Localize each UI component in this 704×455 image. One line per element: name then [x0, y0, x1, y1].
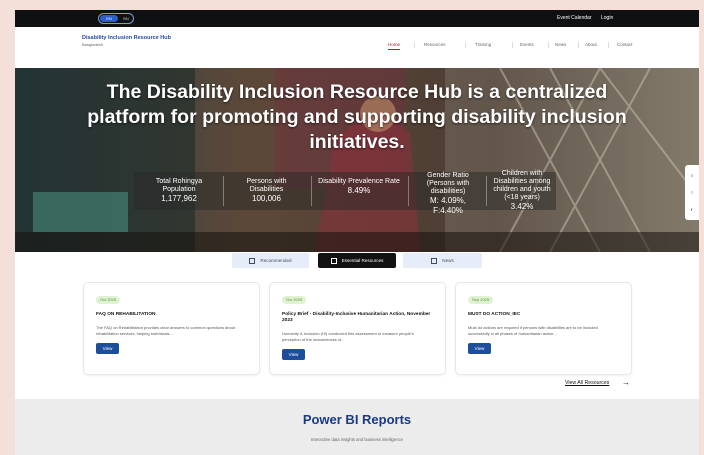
browser-viewport: EN BN Event Calendar Login Disability In… [15, 10, 699, 455]
resource-card: Oct 2025 FAQ ON REHABILITATION The FAQ o… [83, 282, 260, 375]
nav-divider [512, 42, 513, 48]
tab-news[interactable]: News [403, 253, 482, 268]
login-link[interactable]: Login [601, 14, 613, 22]
stat-total-population: Total Rohingya Population 1,177,962 [143, 178, 215, 204]
stat-value: 3.42% [510, 202, 534, 211]
stat-value: 100,006 [252, 194, 281, 203]
resource-card: Oct 2025 Policy Brief - Disability-Inclu… [269, 282, 446, 375]
nav-divider [548, 42, 549, 48]
tab-label: News [442, 258, 454, 263]
card-title: Policy Brief - Disability-Inclusive Huma… [282, 312, 431, 323]
nav-divider [578, 42, 579, 48]
stat-label: Gender Ratio (Persons with disabilities) [426, 172, 470, 195]
nav-divider [465, 42, 466, 48]
tab-essential-resources[interactable]: Essential Resources [318, 253, 396, 268]
tab-label: Recommended [260, 258, 292, 263]
reports-subtitle: Interactive data insights and business i… [311, 437, 403, 442]
resource-card: Sep 2025 MUST DO ACTION_IEC Must do acti… [455, 282, 632, 375]
nav-item-resources[interactable]: Resources [424, 41, 446, 49]
card-title: FAQ ON REHABILITATION [96, 312, 156, 317]
stat-divider [223, 176, 224, 206]
reports-title: Power BI Reports [302, 412, 412, 427]
date-badge: Sep 2025 [468, 296, 494, 304]
nav-item-about[interactable]: About [585, 41, 597, 49]
statistics-panel: Total Rohingya Population 1,177,962 Pers… [134, 170, 556, 215]
date-badge: Oct 2025 [96, 296, 121, 304]
nav-item-events[interactable]: Events [520, 41, 534, 49]
top-bar: EN BN Event Calendar Login [15, 10, 699, 27]
view-button[interactable]: View [282, 349, 305, 360]
brand-subtitle: Bangladesh [82, 42, 104, 47]
event-calendar-link[interactable]: Event Calendar [557, 14, 591, 22]
view-all-resources-link[interactable]: View All Resources [565, 380, 609, 387]
brand-title: Disability Inclusion Resource Hub [82, 35, 171, 41]
stat-label: Children with Disabilities among childre… [493, 170, 551, 201]
stat-persons-with-disabilities: Persons with Disabilities 100,006 [234, 178, 299, 204]
stat-divider [311, 176, 312, 206]
language-option-bn[interactable]: BN [120, 15, 132, 22]
date-badge: Oct 2025 [282, 296, 307, 304]
nav-divider [414, 42, 415, 48]
card-description: The FAQ on Rehabilitation provides clear… [96, 325, 236, 336]
stat-prevalence-rate: Disability Prevalence Rate 8.49% [317, 178, 401, 196]
stat-label: Total Rohingya Population [155, 178, 203, 193]
star-icon [249, 257, 256, 264]
stat-label: Persons with Disabilities [246, 178, 287, 193]
view-button[interactable]: View [468, 343, 491, 354]
search-icon[interactable]: ⌕ [689, 173, 695, 179]
stat-value: M: 4.09%, F:4.40% [429, 196, 466, 215]
stat-value: 1,177,962 [161, 194, 197, 203]
newspaper-icon [431, 257, 438, 264]
nav-item-contact[interactable]: Contact [617, 41, 633, 49]
card-description: Must do actions are required if persons … [468, 325, 598, 336]
stat-children-with-disabilities: Children with Disabilities among childre… [491, 170, 553, 212]
hero-section: The Disability Inclusion Resource Hub is… [15, 68, 699, 252]
nav-divider [608, 42, 609, 48]
accessibility-toolbar: ⌕ ○ ◐ [685, 165, 699, 220]
brand-logo-link[interactable]: Disability Inclusion Resource Hub Bangla… [82, 34, 182, 48]
hero-title: The Disability Inclusion Resource Hub is… [87, 81, 627, 153]
language-toggle[interactable]: EN BN [98, 13, 134, 24]
book-icon [330, 257, 337, 264]
resource-tabs: Recommended Essential Resources News [232, 253, 482, 269]
contrast-icon[interactable]: ◐ [689, 207, 695, 213]
power-bi-reports-section: Power BI Reports Interactive data insigh… [15, 399, 699, 455]
card-description: Humanity & Inclusion (HI) conducted this… [282, 331, 414, 342]
stat-divider [486, 176, 487, 206]
arrow-right-icon: → [622, 378, 630, 387]
view-button[interactable]: View [96, 343, 119, 354]
language-option-en[interactable]: EN [100, 15, 118, 22]
card-title: MUST DO ACTION_IEC [468, 312, 521, 317]
tab-recommended[interactable]: Recommended [232, 253, 309, 268]
nav-item-home[interactable]: Home [388, 41, 401, 50]
stat-label: Disability Prevalence Rate [318, 178, 400, 185]
nav-item-training[interactable]: Training [475, 41, 491, 49]
stat-value: 8.49% [347, 186, 371, 195]
stat-gender-ratio: Gender Ratio (Persons with disabilities)… [415, 172, 481, 216]
settings-icon[interactable]: ○ [689, 190, 695, 196]
nav-item-news[interactable]: News [555, 41, 566, 49]
tab-label: Essential Resources [341, 258, 384, 263]
stat-divider [408, 176, 409, 206]
